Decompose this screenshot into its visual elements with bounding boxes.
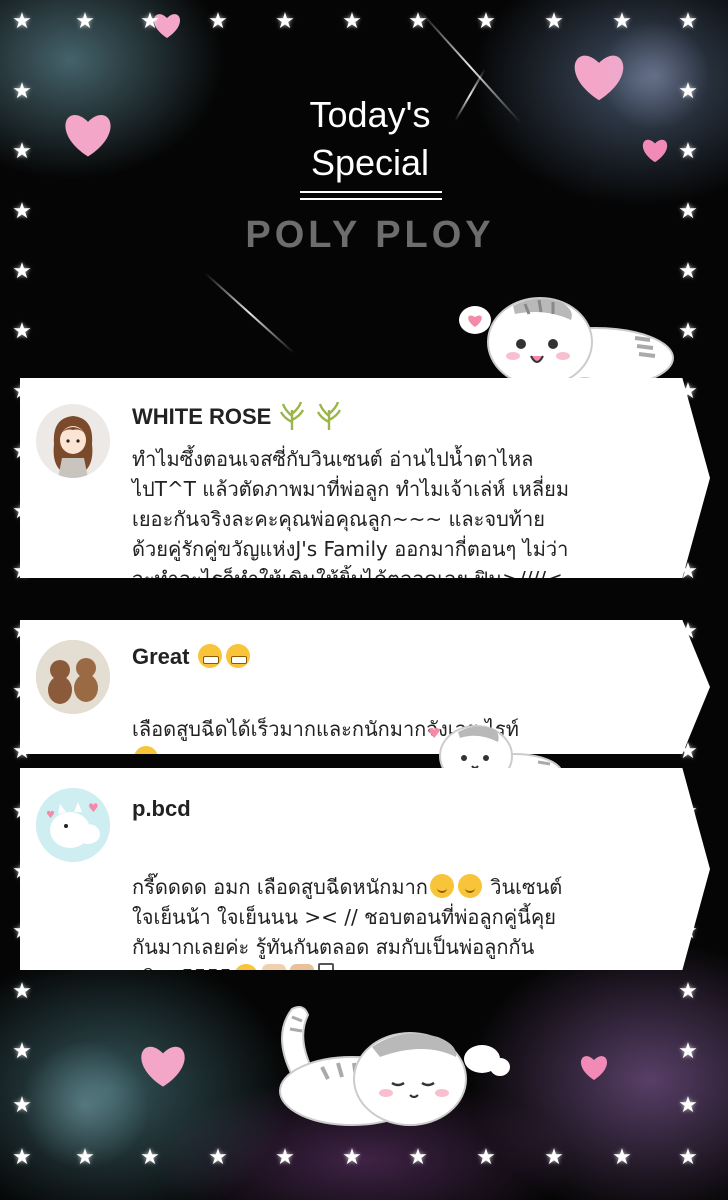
title-line-2: Special	[310, 142, 430, 183]
comment-username[interactable]: Great	[132, 644, 252, 670]
comment-text: ทำไมซึ้งตอนเจสซี่กับวินเซนต์ อ่านไปน้ำตา…	[132, 447, 570, 591]
star-icon: ★	[12, 1145, 32, 1170]
thumbs-up-emoji	[290, 964, 315, 970]
svg-text:♥: ♥	[46, 810, 55, 821]
star-icon: ★	[476, 9, 496, 34]
rice-plant-emoji	[280, 402, 305, 430]
star-icon: ★	[678, 979, 698, 1004]
heart-icon	[65, 115, 111, 157]
comment-card: ♥ ♥ p.bcd กรี๊ดดดด อมก เลือดสูบฉีดหนักมา…	[20, 768, 710, 970]
avatar[interactable]: ♥ ♥	[36, 788, 110, 862]
title-underline	[300, 191, 442, 193]
heart-icon	[642, 139, 668, 163]
cat-sticker	[279, 1006, 510, 1126]
star-icon: ★	[678, 1145, 698, 1170]
comment-text-line: ใจเย็นน้า ใจเย็นนน >< // ชอบตอนที่พ่อลูก…	[132, 905, 556, 989]
star-icon: ★	[208, 9, 228, 34]
blush-emoji	[457, 874, 482, 898]
blush-emoji	[429, 874, 454, 898]
star-icon: ★	[12, 139, 32, 164]
star-icon: ★	[408, 1145, 428, 1170]
star-icon: ★	[678, 9, 698, 34]
star-icon: ★	[612, 1145, 632, 1170]
grin-emoji	[197, 644, 222, 668]
star-icon: ★	[140, 1145, 160, 1170]
girl-avatar-illustration	[53, 416, 93, 478]
comment-card: Great เลือดสูบฉีดได้เร็วมากและกนักมากจัง…	[20, 620, 710, 754]
heart-icon	[580, 1056, 608, 1080]
star-icon: ★	[75, 9, 95, 34]
svg-text:♥: ♥	[88, 801, 99, 815]
star-icon: ★	[678, 199, 698, 224]
rice-plant-emoji	[316, 402, 341, 430]
avatar[interactable]	[36, 404, 110, 478]
star-icon: ★	[75, 1145, 95, 1170]
title-line-1: Today's	[309, 94, 431, 135]
star-icon: ★	[275, 9, 295, 34]
crying-laughing-emoji	[234, 964, 259, 970]
star-icon: ★	[12, 259, 32, 284]
star-icon: ★	[12, 199, 32, 224]
comment-text-line: วินเซนต์	[483, 875, 563, 899]
comment-username[interactable]: p.bcd	[132, 796, 191, 822]
comment-text-line: กรี๊ดดดด อมก เลือดสูบฉีดหนักมาก	[132, 875, 428, 899]
heart-eyes-emoji	[134, 746, 158, 754]
comment-card: WHITE ROSE ทำไมซึ้งตอนเจสซี่กับวินเซนต์ …	[20, 378, 710, 578]
star-icon: ★	[140, 9, 160, 34]
star-icon: ★	[12, 979, 32, 1004]
star-icon: ★	[408, 9, 428, 34]
star-icon: ★	[544, 1145, 564, 1170]
clap-emoji	[262, 964, 287, 970]
star-icon: ★	[12, 319, 32, 344]
comment-username[interactable]: WHITE ROSE	[132, 402, 344, 430]
star-icon: ★	[678, 139, 698, 164]
star-icon: ★	[678, 1039, 698, 1064]
title-underline	[300, 198, 442, 200]
username-text: WHITE ROSE	[132, 404, 272, 429]
star-icon: ★	[275, 1145, 295, 1170]
bokeh-bubble	[600, 20, 710, 130]
star-icon: ★	[612, 9, 632, 34]
star-icon: ★	[12, 1039, 32, 1064]
star-icon: ★	[678, 79, 698, 104]
grin-emoji	[225, 644, 250, 668]
star-icon: ★	[476, 1145, 496, 1170]
star-icon: ★	[12, 9, 32, 34]
star-icon: ★	[12, 1093, 32, 1118]
star-icon: ★	[342, 1145, 362, 1170]
star-icon: ★	[342, 9, 362, 34]
brand-logo: POLY PLOY	[245, 214, 495, 256]
star-icon: ★	[678, 1093, 698, 1118]
star-icon: ★	[12, 79, 32, 104]
moomin-avatar-illustration: ♥ ♥	[36, 788, 110, 862]
comment-text: กรี๊ดดดด อมก เลือดสูบฉีดหนักมาก วินเซนต์…	[132, 842, 563, 989]
missing-glyph-box	[318, 963, 335, 970]
story-card: ★ ★ ★ ★ ★ ★ ★ ★ ★ ★ ★ ★ ★ ★ ★ ★ ★ ★ ★ ★ ★ ★ ★ ★ ★ ★ ★ ★ ★ ★ ★ ★ ★ ★ ★ ★ ★ ★ ★ ★…	[0, 0, 728, 1200]
teddy-bears-avatar-photo	[36, 640, 110, 714]
star-icon: ★	[208, 1145, 228, 1170]
light-streak	[204, 272, 295, 355]
avatar[interactable]	[36, 640, 110, 714]
svg-text:♥: ♥	[428, 726, 441, 742]
username-text: Great	[132, 644, 190, 669]
star-icon: ★	[544, 9, 564, 34]
